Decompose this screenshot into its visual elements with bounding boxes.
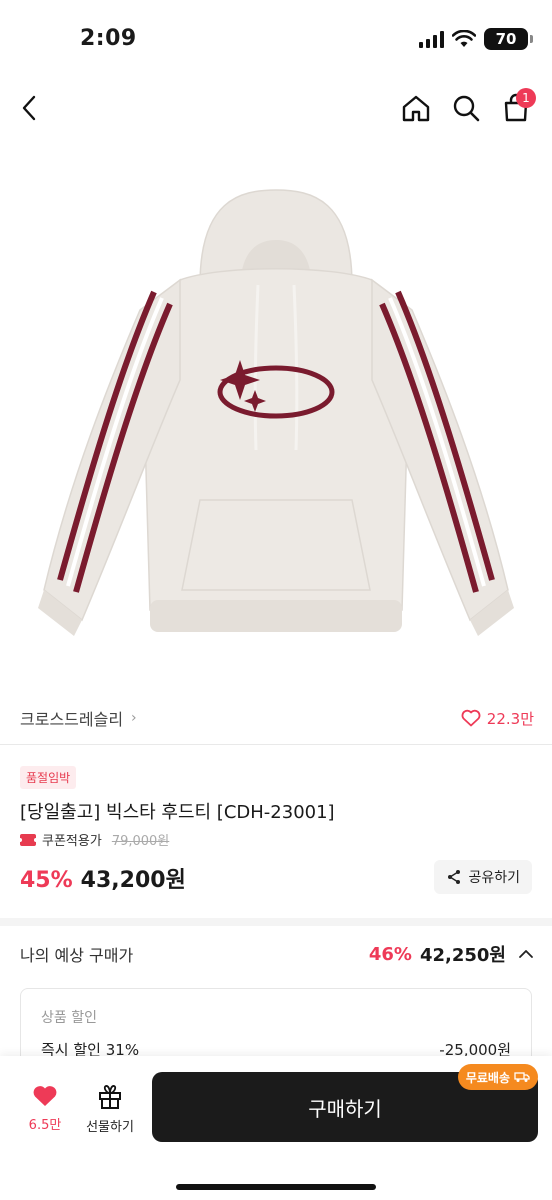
brand-row: 크로스드레슬리 › 22.3만 [20,700,534,736]
section-divider [0,918,552,926]
signal-icon [419,30,444,48]
home-button[interactable] [394,86,438,130]
discount-heading: 상품 할인 [41,1010,97,1026]
estimated-price-value: 46% 42,250원 [369,941,534,967]
price-row: 45% 43,200원 [20,862,186,894]
gift-button[interactable]: 선물하기 [80,1084,140,1135]
wifi-icon [452,30,476,47]
cart-count-badge: 1 [516,88,536,108]
wishlist-count: 6.5만 [28,1118,62,1133]
chevron-right-icon: › [131,710,137,726]
gift-label: 선물하기 [86,1120,134,1135]
search-icon [453,95,480,122]
divider [0,744,552,745]
discount-rate: 45% [20,868,73,893]
status-time: 2:09 [80,26,137,51]
like-button[interactable]: 22.3만 [461,708,534,729]
chevron-left-icon [22,95,36,121]
share-label: 공유하기 [468,870,520,886]
share-button[interactable]: 공유하기 [434,860,532,894]
estimated-price-label: 나의 예상 구매가 [20,946,134,965]
free-shipping-badge: 무료배송 [457,1064,538,1090]
brand-link[interactable]: 크로스드레슬리 › [20,706,137,730]
cart-button[interactable]: 1 [494,86,538,130]
battery-level: 70 [495,30,517,48]
home-icon [402,95,430,122]
free-shipping-label: 무료배송 [465,1070,510,1085]
coupon-label: 쿠폰적용가 [42,834,102,849]
sale-price: 43,200원 [80,868,186,893]
coupon-icon [18,833,38,846]
status-icons: 70 [419,28,533,50]
heart-outline-icon [461,709,481,727]
brand-name: 크로스드레슬리 [20,710,124,729]
status-bar: 2:09 70 [0,0,552,80]
buy-label: 구매하기 [308,1096,382,1121]
product-title: [당일출고] 빅스타 후드티 [CDH-23001] [20,802,335,823]
share-icon [448,870,461,884]
top-nav: 1 [0,80,552,138]
low-stock-badge: 품절임박 [20,766,77,789]
estimated-price: 42,250원 [419,945,506,966]
bottom-action-bar: 6.5만 선물하기 구매하기 무료배송 [0,1056,552,1200]
search-button[interactable] [444,86,488,130]
battery-icon: 70 [484,28,533,50]
coupon-row: 쿠폰적용가 79,000원 [18,830,170,849]
chevron-up-icon [519,950,533,958]
gift-icon [99,1085,121,1109]
heart-filled-icon [33,1086,57,1106]
estimated-discount-rate: 46% [368,943,412,965]
hoodie-illustration [38,189,514,636]
like-count: 22.3만 [486,709,534,728]
back-button[interactable] [8,86,52,130]
wishlist-button[interactable]: 6.5만 [20,1084,70,1133]
estimated-price-toggle[interactable]: 나의 예상 구매가 46% 42,250원 [20,938,534,970]
home-indicator [176,1184,376,1190]
truck-icon [514,1072,530,1082]
product-image[interactable] [30,160,522,660]
original-price: 79,000원 [111,834,170,849]
